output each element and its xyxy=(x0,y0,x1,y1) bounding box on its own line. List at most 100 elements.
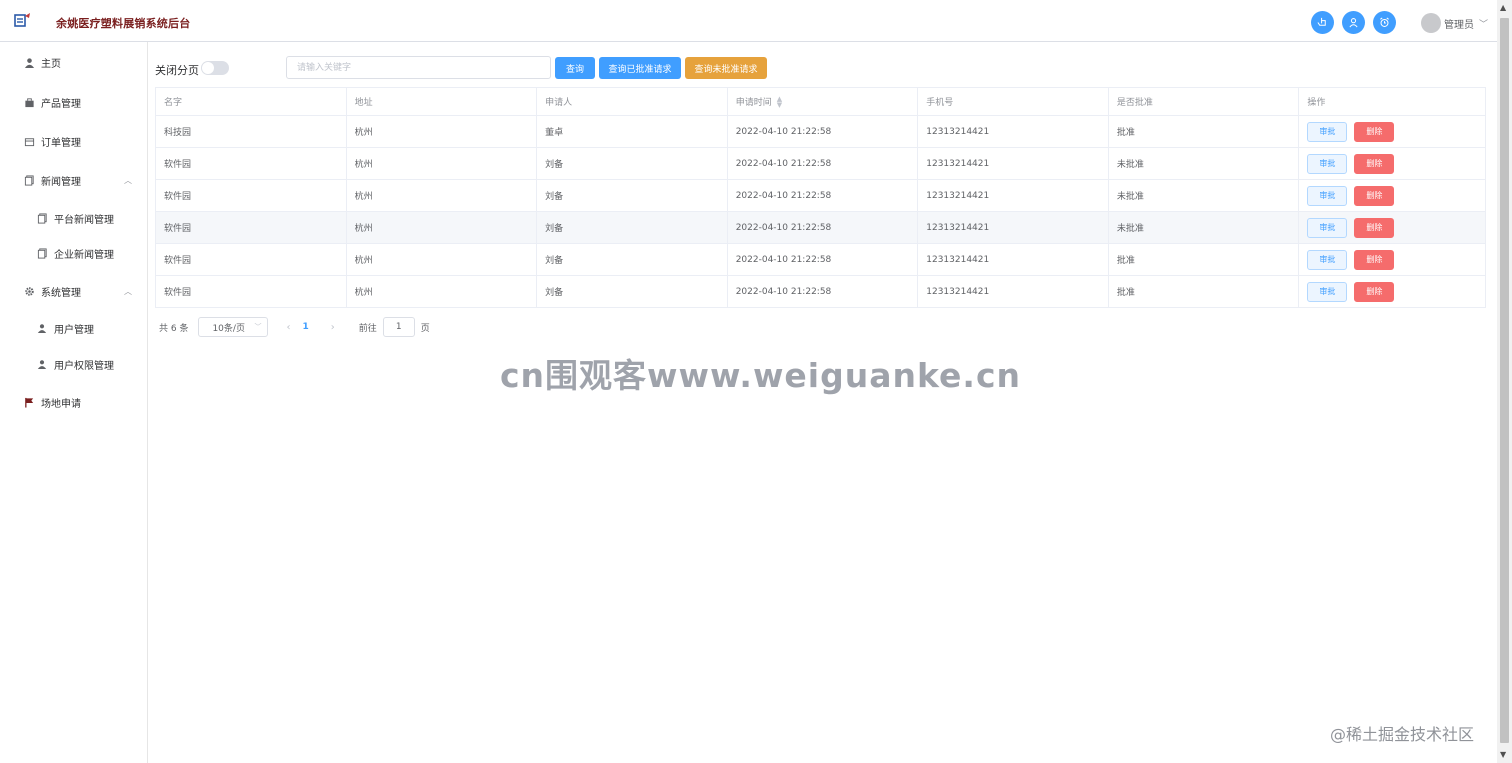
application-table: 名字 地址 申请人 申请时间 ▲ ▼ 手机号 是否批准 操作 科技园 杭州 董卓 2022… xyxy=(155,87,1486,308)
column-header-time[interactable]: 申请时间 ▲ ▼ xyxy=(728,88,919,115)
sidebar-item-news[interactable]: 新闻管理 ︿ xyxy=(0,168,148,192)
cell-approved: 批准 xyxy=(1109,116,1300,147)
column-header-time-label: 申请时间 xyxy=(735,98,772,108)
table-row: 软件园 杭州 刘备 2022-04-10 21:22:58 12313214421 批准审… xyxy=(156,276,1485,308)
app-title: 余姚医疗塑料展销系统后台 xyxy=(56,17,191,30)
cell-actions: 审批 删除 xyxy=(1299,276,1485,307)
page-number-current[interactable]: 1 xyxy=(302,322,308,332)
user-icon xyxy=(36,358,48,370)
sidebar-item-orders[interactable]: 订单管理 xyxy=(0,129,148,153)
hand-pointer-icon[interactable] xyxy=(1311,11,1334,34)
delete-button[interactable]: 删除 xyxy=(1354,249,1395,270)
cell-address: 杭州 xyxy=(347,212,538,243)
goto-suffix: 页 xyxy=(420,323,430,334)
search-input[interactable] xyxy=(286,56,551,79)
cell-time: 2022-04-10 21:22:58 xyxy=(728,116,919,147)
cell-phone: 12313214421 xyxy=(918,244,1109,275)
top-icon-group xyxy=(1311,11,1396,34)
approve-button[interactable]: 审批 xyxy=(1307,249,1348,270)
cell-approved: 批准 xyxy=(1109,276,1300,307)
column-header-name: 名字 xyxy=(156,88,347,115)
cell-address: 杭州 xyxy=(347,244,538,275)
query-approved-button[interactable]: 查询已批准请求 xyxy=(599,57,681,79)
box-icon xyxy=(23,135,35,147)
prev-page-icon[interactable]: ‹ xyxy=(286,322,290,333)
sidebar-item-label: 系统管理 xyxy=(41,287,81,299)
approve-button[interactable]: 审批 xyxy=(1307,217,1348,238)
delete-button[interactable]: 删除 xyxy=(1354,281,1395,302)
cell-address: 杭州 xyxy=(347,276,538,307)
sidebar: 主页 产品管理 订单管理 新闻管理 ︿ 平台新闻管理 企业新闻管理 系统管理 ︿… xyxy=(0,42,148,763)
scroll-down-icon[interactable]: ▼ xyxy=(1500,750,1506,759)
sidebar-item-products[interactable]: 产品管理 xyxy=(0,90,148,114)
cell-time: 2022-04-10 21:22:58 xyxy=(728,180,919,211)
cell-time: 2022-04-10 21:22:58 xyxy=(728,148,919,179)
logo-icon xyxy=(14,13,30,27)
pagination-toggle[interactable] xyxy=(201,61,229,75)
sidebar-item-permissions[interactable]: 用户权限管理 xyxy=(0,352,148,376)
cell-phone: 12313214421 xyxy=(918,148,1109,179)
goto-label: 前往 xyxy=(358,323,377,334)
sidebar-item-label: 企业新闻管理 xyxy=(54,249,114,261)
sidebar-item-platform-news[interactable]: 平台新闻管理 xyxy=(0,206,148,230)
user-icon xyxy=(36,322,48,334)
delete-button[interactable]: 删除 xyxy=(1354,185,1395,206)
cell-approved: 未批准 xyxy=(1109,212,1300,243)
query-unapproved-button[interactable]: 查询未批准请求 xyxy=(685,57,767,79)
sort-icon[interactable]: ▲ ▼ xyxy=(777,95,782,108)
sidebar-item-label: 用户权限管理 xyxy=(54,360,114,372)
table-row: 软件园 杭州 刘备 2022-04-10 21:22:58 12313214421 未批准… xyxy=(156,148,1485,180)
column-header-approved: 是否批准 xyxy=(1109,88,1300,115)
chevron-up-icon: ︿ xyxy=(124,175,132,185)
page-size-select[interactable]: 10条/页 ﹀ xyxy=(198,317,269,337)
scroll-up-icon[interactable]: ▲ xyxy=(1500,3,1506,12)
sidebar-item-venue-application[interactable]: 场地申请 xyxy=(0,390,148,414)
cell-applicant: 董卓 xyxy=(537,116,728,147)
table-row: 软件园 杭州 刘备 2022-04-10 21:22:58 12313214421 批准审… xyxy=(156,244,1485,276)
sidebar-item-label: 用户管理 xyxy=(54,324,94,336)
alarm-icon[interactable] xyxy=(1373,11,1396,34)
chevron-up-icon: ︿ xyxy=(124,286,132,296)
sidebar-item-users[interactable]: 用户管理 xyxy=(0,316,148,340)
approve-button[interactable]: 审批 xyxy=(1307,281,1348,302)
sidebar-item-label: 平台新闻管理 xyxy=(54,214,114,226)
sidebar-item-enterprise-news[interactable]: 企业新闻管理 xyxy=(0,241,148,265)
sidebar-item-label: 新闻管理 xyxy=(41,176,81,188)
chevron-down-icon: ﹀ xyxy=(1479,19,1489,30)
watermark: cn围观客www.weiguanke.cn xyxy=(500,356,1022,395)
user-icon xyxy=(23,56,35,68)
pagination-total: 共 6 条 xyxy=(159,323,189,334)
user-menu[interactable]: 管理员 ﹀ xyxy=(1421,13,1488,33)
query-button[interactable]: 查询 xyxy=(555,57,595,79)
cell-phone: 12313214421 xyxy=(918,212,1109,243)
cell-applicant: 刘备 xyxy=(537,148,728,179)
table-row: 软件园 杭州 刘备 2022-04-10 21:22:58 12313214421 未批准… xyxy=(156,180,1485,212)
approve-button[interactable]: 审批 xyxy=(1307,185,1348,206)
chevron-down-icon: ﹀ xyxy=(254,323,262,331)
top-bar: 余姚医疗塑料展销系统后台 管理员 ﹀ xyxy=(0,0,1497,42)
sidebar-item-system[interactable]: 系统管理 ︿ xyxy=(0,279,148,303)
scrollbar-thumb[interactable] xyxy=(1500,18,1509,743)
user-name: 管理员 xyxy=(1444,19,1474,31)
cell-actions: 审批 删除 xyxy=(1299,212,1485,243)
user-badge-icon[interactable] xyxy=(1342,11,1365,34)
delete-button[interactable]: 删除 xyxy=(1354,121,1395,142)
delete-button[interactable]: 删除 xyxy=(1354,153,1395,174)
sidebar-item-label: 订单管理 xyxy=(41,137,81,149)
cell-approved: 未批准 xyxy=(1109,180,1300,211)
next-page-icon[interactable]: › xyxy=(331,322,335,333)
approve-button[interactable]: 审批 xyxy=(1307,121,1348,142)
table-row: 科技园 杭州 董卓 2022-04-10 21:22:58 12313214421 批准审… xyxy=(156,116,1485,148)
document-icon xyxy=(36,247,48,259)
approve-button[interactable]: 审批 xyxy=(1307,153,1348,174)
cell-actions: 审批 删除 xyxy=(1299,116,1485,147)
cell-applicant: 刘备 xyxy=(537,180,728,211)
footer-watermark: @稀土掘金技术社区 xyxy=(1330,725,1475,744)
page-size-value: 10条/页 xyxy=(212,323,245,334)
goto-page-input[interactable]: 1 xyxy=(382,317,415,337)
delete-button[interactable]: 删除 xyxy=(1354,217,1395,238)
cell-applicant: 刘备 xyxy=(537,276,728,307)
pagination-toggle-label: 关闭分页 xyxy=(155,64,199,77)
column-header-applicant: 申请人 xyxy=(537,88,728,115)
sidebar-item-home[interactable]: 主页 xyxy=(0,50,148,74)
